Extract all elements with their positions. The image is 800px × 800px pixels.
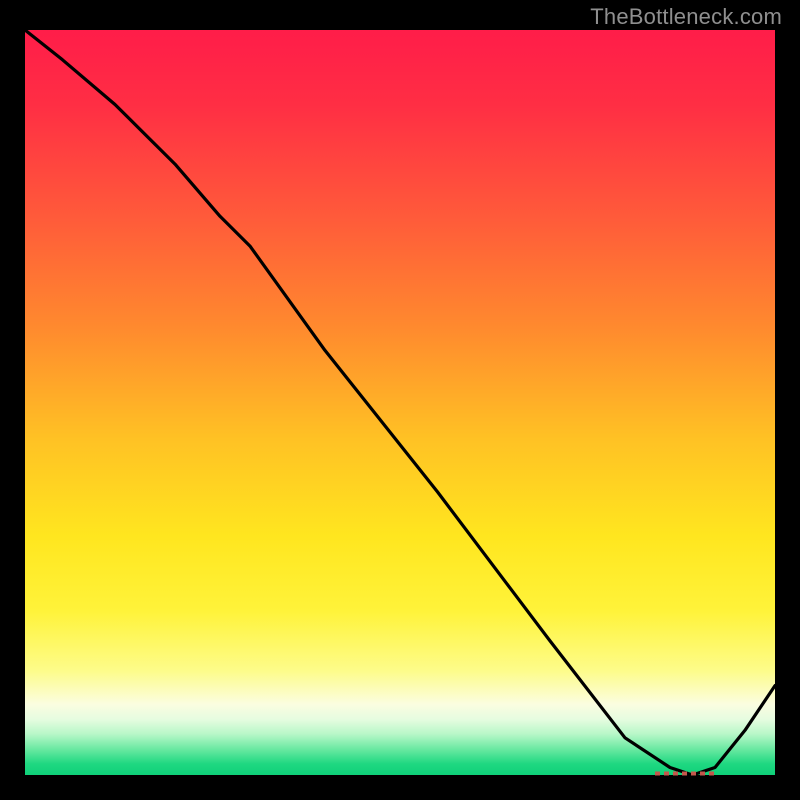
chart-svg	[0, 0, 800, 800]
plot-background	[25, 30, 775, 775]
watermark-text: TheBottleneck.com	[590, 4, 782, 30]
chart-frame: TheBottleneck.com	[0, 0, 800, 800]
